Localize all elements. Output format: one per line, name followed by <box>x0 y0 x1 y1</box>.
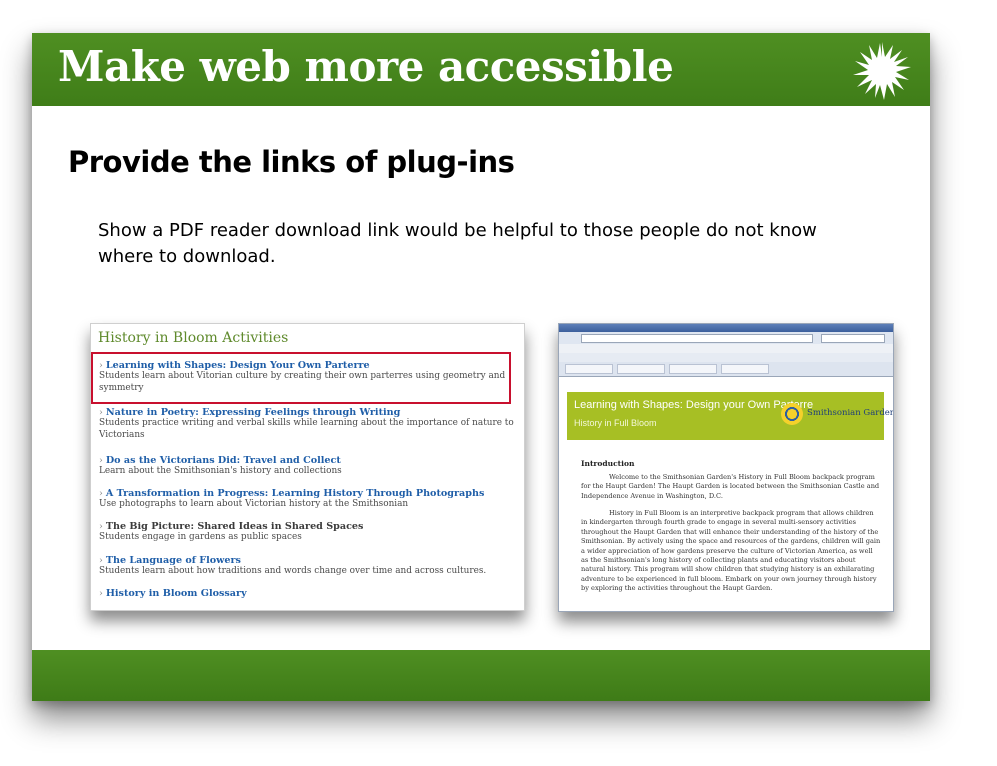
browser-search-field[interactable] <box>821 334 885 343</box>
browser-tab[interactable] <box>565 364 613 374</box>
slide-title: Make web more accessible <box>58 42 674 91</box>
slide-heading: Provide the links of plug-ins <box>68 145 515 179</box>
slide-body-text: Show a PDF reader download link would be… <box>98 220 817 267</box>
activity-link[interactable]: History in Bloom Glossary <box>99 588 514 599</box>
footer-band <box>32 650 930 701</box>
activity-description: Students practice writing and verbal ski… <box>99 418 514 440</box>
smithsonian-gardens-logo-text: Smithsonian Gardens <box>807 408 894 418</box>
list-item: History in Bloom Glossary <box>99 588 514 599</box>
list-item: Nature in Poetry: Expressing Feelings th… <box>99 407 514 441</box>
activity-link[interactable]: Do as the Victorians Did: Travel and Col… <box>99 455 514 466</box>
list-item: Learning with Shapes: Design Your Own Pa… <box>99 360 514 394</box>
activity-description: Students learn about how traditions and … <box>99 566 487 576</box>
list-item: The Big Picture: Shared Ideas in Shared … <box>99 521 514 544</box>
activities-heading: History in Bloom Activities <box>98 330 289 346</box>
browser-tab[interactable] <box>617 364 665 374</box>
list-item: The Language of Flowers Students learn a… <box>99 555 514 578</box>
activity-link[interactable]: Learning with Shapes: Design Your Own Pa… <box>99 360 514 371</box>
list-item: A Transformation in Progress: Learning H… <box>99 488 514 511</box>
smithsonian-sun-logo-icon <box>781 403 803 425</box>
sunburst-logo-icon <box>853 42 911 100</box>
browser-tab[interactable] <box>669 364 717 374</box>
activity-description: Students learn about Vitorian culture by… <box>99 371 506 393</box>
activity-description: Use photographs to learn about Victorian… <box>99 499 409 509</box>
activity-link[interactable]: The Big Picture: Shared Ideas in Shared … <box>99 521 514 532</box>
activities-screenshot: History in Bloom Activities Learning wit… <box>90 323 525 611</box>
browser-menu-bar <box>559 344 893 353</box>
activity-description: Learn about the Smithsonian's history an… <box>99 466 342 476</box>
url-field[interactable] <box>581 334 813 343</box>
activity-link[interactable]: Nature in Poetry: Expressing Feelings th… <box>99 407 514 418</box>
page-banner: Learning with Shapes: Design your Own Pa… <box>567 392 893 440</box>
intro-heading: Introduction <box>581 459 635 468</box>
browser-page-content: Learning with Shapes: Design your Own Pa… <box>559 377 893 611</box>
browser-tab-strip <box>559 362 893 377</box>
browser-favorites-bar <box>559 353 893 362</box>
intro-paragraph: History in Full Bloom is an interpretive… <box>581 509 881 593</box>
slide: Make web more accessible Provide the lin… <box>32 33 930 701</box>
title-band: Make web more accessible <box>32 33 930 106</box>
activity-description: Students engage in gardens as public spa… <box>99 532 302 542</box>
banner-subtitle: History in Full Bloom <box>574 418 657 428</box>
activity-link[interactable]: The Language of Flowers <box>99 555 514 566</box>
browser-tab[interactable] <box>721 364 769 374</box>
activity-link[interactable]: A Transformation in Progress: Learning H… <box>99 488 514 499</box>
browser-screenshot: Learning with Shapes: Design your Own Pa… <box>558 323 894 612</box>
list-item: Do as the Victorians Did: Travel and Col… <box>99 455 514 478</box>
banner-title: Learning with Shapes: Design your Own Pa… <box>574 399 814 411</box>
browser-titlebar <box>559 324 893 332</box>
browser-address-bar <box>559 332 893 344</box>
intro-paragraph: Welcome to the Smithsonian Garden's Hist… <box>581 473 880 500</box>
